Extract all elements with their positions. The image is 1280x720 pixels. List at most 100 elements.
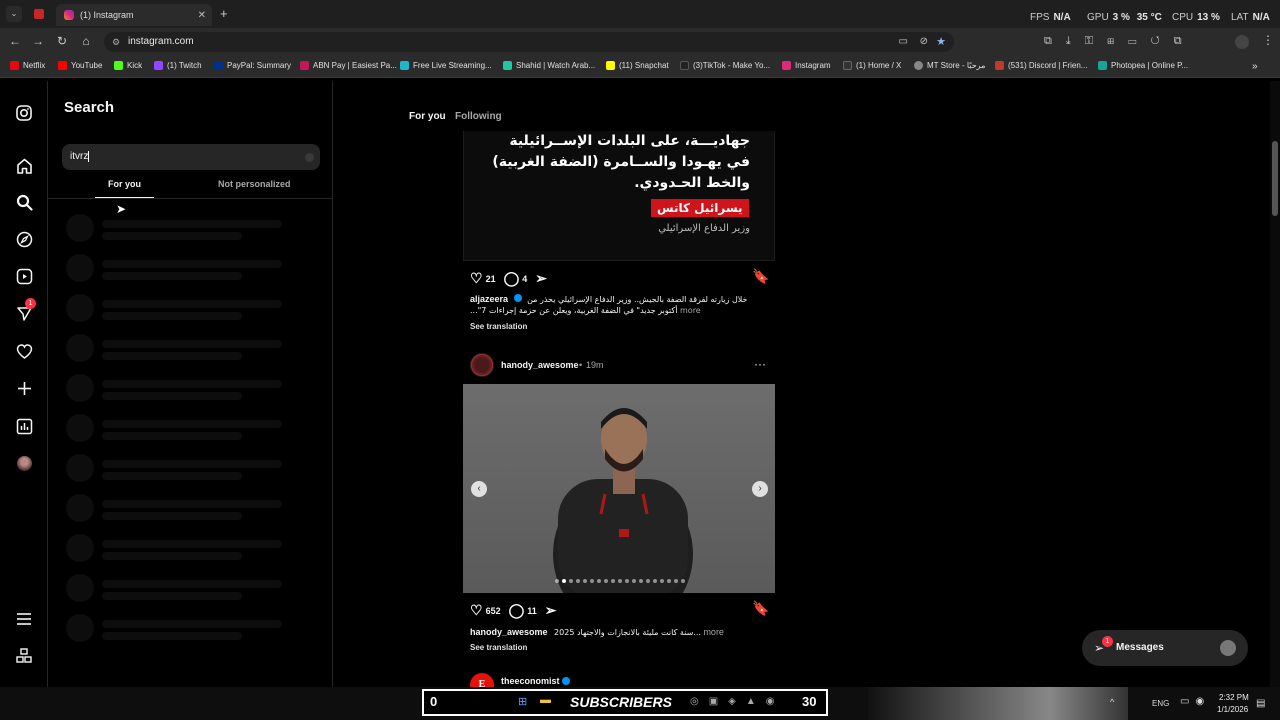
tray-chevron-icon[interactable]: ^ <box>1110 697 1114 707</box>
bookmark-instagram[interactable]: Instagram <box>782 61 831 70</box>
cpu-value: 13 % <box>1197 12 1220 23</box>
profile-avatar[interactable] <box>14 453 34 473</box>
back-icon[interactable]: ← <box>8 34 22 48</box>
bookmark-shahid[interactable]: Shahid | Watch Arab... <box>503 61 595 70</box>
search-input[interactable]: itvrz <box>62 144 320 170</box>
install-app-icon[interactable]: ▭ <box>899 32 908 52</box>
new-tab-button[interactable]: + <box>220 6 228 21</box>
share-icon[interactable]: ➢ <box>545 602 557 619</box>
gpu-readout: GPU 3 % 35 °C <box>1087 12 1162 23</box>
more-bookmarks-icon[interactable]: » <box>1252 61 1258 72</box>
more-options-icon[interactable]: ··· <box>754 357 766 371</box>
dashboard-icon[interactable] <box>14 416 34 436</box>
menu-icon[interactable] <box>14 609 34 629</box>
also-from-meta-icon[interactable] <box>14 646 34 666</box>
browser-menu-icon[interactable]: ⋮ <box>1262 33 1274 47</box>
explore-icon[interactable] <box>14 229 34 249</box>
instagram-nav-rail: 1 <box>0 81 48 687</box>
messages-icon[interactable]: 1 <box>14 298 36 323</box>
tab-for-you-feed[interactable]: For you <box>409 111 446 122</box>
post-actions: ♡ 21 ◯ 4 ➢ <box>470 270 550 287</box>
home-icon[interactable]: ⌂ <box>79 34 93 48</box>
taskbar-app-icons[interactable]: ◎▣◈▲◉ <box>690 696 785 707</box>
scroll-thumb[interactable] <box>1272 141 1278 216</box>
address-bar[interactable]: ⚙ instagram.com ★ ⊘ ▭ <box>104 32 954 52</box>
avatar <box>1220 640 1236 656</box>
tab-search-icon[interactable]: ⌄ <box>6 6 22 22</box>
like-icon[interactable]: ♡ <box>470 602 483 619</box>
pinned-tab-icon[interactable] <box>34 9 44 19</box>
post-author[interactable]: hanody_awesome <box>470 627 548 637</box>
tab-not-personalized[interactable]: Not personalized <box>218 179 291 189</box>
more-link[interactable]: more <box>703 627 724 637</box>
bookmark-label: Instagram <box>795 61 831 70</box>
file-explorer-icon[interactable]: ▬ <box>540 694 551 706</box>
eye-off-icon[interactable]: ⊘ <box>920 32 928 52</box>
clock-time: 2:32 PM <box>1219 693 1249 702</box>
create-icon[interactable] <box>14 378 34 398</box>
tab-following[interactable]: Following <box>455 111 502 122</box>
reels-icon[interactable] <box>14 266 34 286</box>
see-translation-link[interactable]: See translation <box>470 643 527 652</box>
clock-date: 1/1/2026 <box>1217 705 1249 714</box>
more-link[interactable]: more <box>680 306 701 315</box>
bookmark-netflix[interactable]: Netflix <box>10 61 45 70</box>
bookmark-paypal[interactable]: PayPal: Summary <box>214 61 291 70</box>
clear-search-icon[interactable] <box>305 153 314 162</box>
reload-icon[interactable]: ↻ <box>55 34 69 48</box>
bookmark-streaming[interactable]: Free Live Streaming... <box>400 61 492 70</box>
toolbar-extension-icons[interactable]: ⧉⤓⚿⊞▭↺⧉ <box>1044 35 1196 48</box>
save-icon[interactable]: 🔖 <box>752 600 769 617</box>
post-author[interactable]: aljazeera <box>470 294 508 304</box>
site-info-icon[interactable]: ⚙ <box>112 32 120 52</box>
avatar[interactable]: E <box>470 673 494 687</box>
streaming-icon <box>400 61 409 70</box>
close-tab-icon[interactable]: ✕ <box>198 10 206 21</box>
bookmark-tiktok[interactable]: (3)TikTok - Make Yo... <box>680 61 770 70</box>
windows-start-icon[interactable]: ⊞ <box>518 695 536 711</box>
browser-tab-instagram[interactable]: (1) Instagram ✕ <box>56 4 212 26</box>
see-translation-link[interactable]: See translation <box>470 322 527 331</box>
tray-icons[interactable]: ▭◉ <box>1180 696 1210 707</box>
bookmark-snapchat[interactable]: (11) Snapchat <box>606 61 669 70</box>
economist-logo-icon: E <box>470 673 494 687</box>
post-author[interactable]: hanody_awesome <box>501 360 579 370</box>
save-icon[interactable]: 🔖 <box>752 268 769 285</box>
heart-icon[interactable] <box>14 341 34 361</box>
bookmark-youtube[interactable]: YouTube <box>58 61 102 70</box>
avatar[interactable] <box>470 353 494 377</box>
bookmark-discord[interactable]: (531) Discord | Frien... <box>995 61 1087 70</box>
bookmark-star-icon[interactable]: ★ <box>936 32 946 52</box>
messages-button[interactable]: ➢ 1 Messages <box>1082 630 1248 666</box>
bookmark-abn[interactable]: ABN Pay | Easiest Pa... <box>300 61 397 70</box>
profile-avatar[interactable] <box>1235 35 1249 49</box>
page-scrollbar[interactable] <box>1270 81 1280 687</box>
notification-icon[interactable]: ▤ <box>1256 698 1265 709</box>
post-media[interactable]: ‹ › <box>463 384 775 593</box>
bookmark-label: Netflix <box>23 61 46 70</box>
home-icon[interactable] <box>14 156 34 176</box>
carousel-prev-icon[interactable]: ‹ <box>471 481 487 497</box>
tab-for-you[interactable]: For you <box>108 179 141 189</box>
carousel-next-icon[interactable]: › <box>752 481 768 497</box>
language-indicator[interactable]: ENG <box>1152 699 1169 708</box>
forward-icon[interactable]: → <box>31 34 45 48</box>
bookmark-twitch[interactable]: (1) Twitch <box>154 61 202 70</box>
bookmark-kick[interactable]: Kick <box>114 61 142 70</box>
bookmark-label: (531) Discord | Frien... <box>1008 61 1088 70</box>
share-icon[interactable]: ➢ <box>535 270 547 287</box>
bookmark-x[interactable]: (1) Home / X <box>843 61 901 70</box>
caption-text: 2025 سنة كانت مليئة بالانجازات والاجتهاد… <box>554 628 701 637</box>
post-author[interactable]: theeconomist <box>501 676 560 686</box>
like-count: 21 <box>485 273 496 284</box>
bookmark-photopea[interactable]: Photopea | Online P... <box>1098 61 1188 70</box>
instagram-logo-icon[interactable] <box>14 103 34 123</box>
post-media[interactable]: جهاديـــة، على البلدات الإســرائيلية في … <box>463 131 775 261</box>
instagram-favicon-icon <box>64 10 74 20</box>
bookmark-mtstore[interactable]: MT Store - مرحبًا <box>914 61 985 70</box>
comment-icon[interactable]: ◯ <box>504 270 520 287</box>
comment-icon[interactable]: ◯ <box>509 602 525 619</box>
search-icon[interactable] <box>14 192 34 212</box>
like-icon[interactable]: ♡ <box>470 270 483 287</box>
bookmark-label: (1) Twitch <box>167 61 202 70</box>
